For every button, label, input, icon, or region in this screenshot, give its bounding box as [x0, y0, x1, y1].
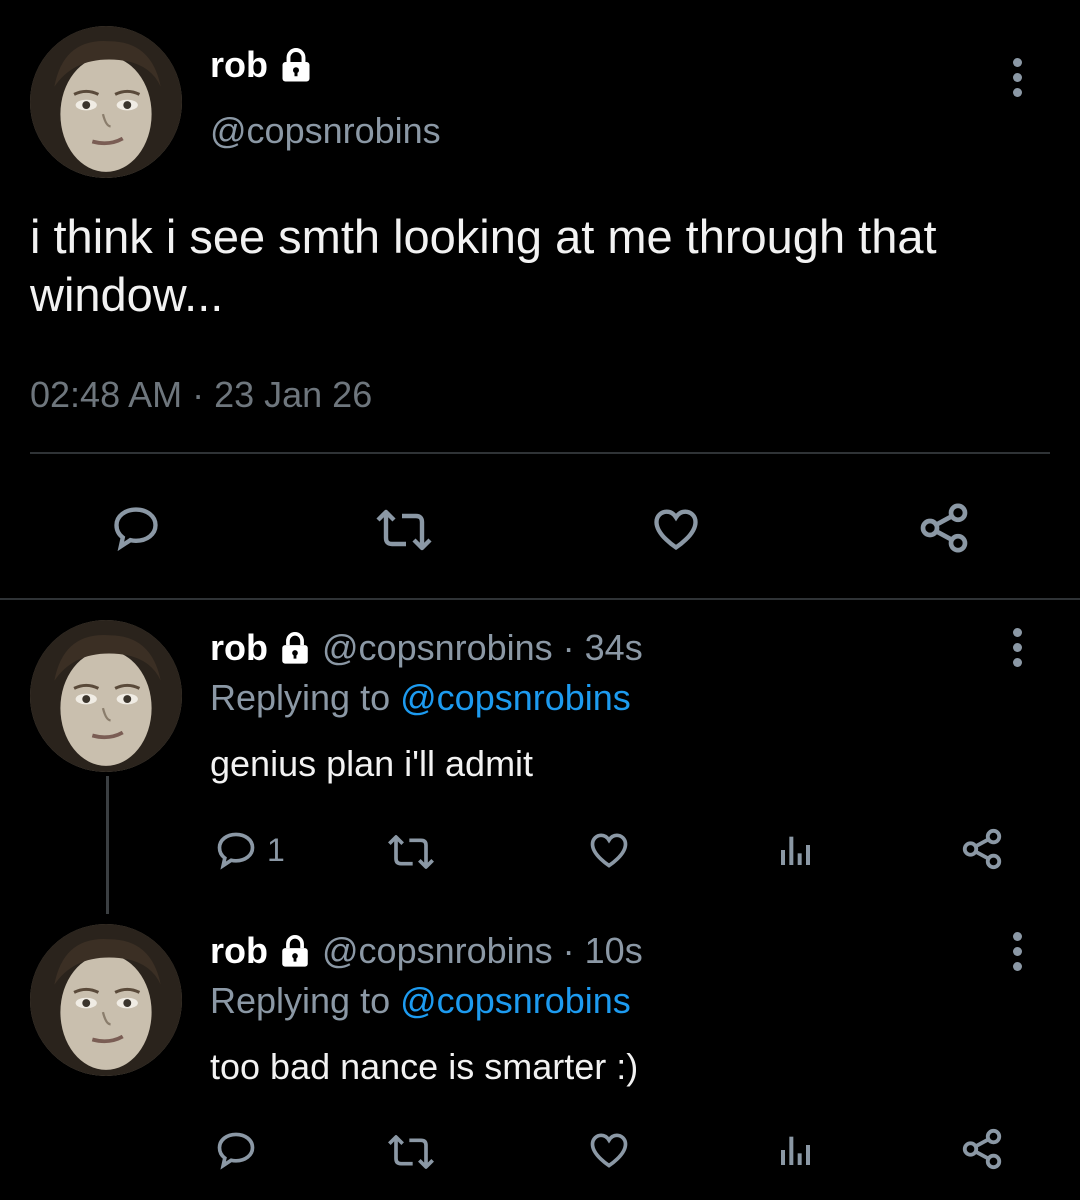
reply-icon [114, 507, 158, 552]
retweet-button[interactable] [383, 1132, 439, 1172]
retweet-icon [376, 509, 432, 551]
reply-icon [217, 832, 255, 870]
retweet-icon [388, 835, 434, 869]
replying-to-handle-link[interactable]: @copsnrobins [400, 980, 631, 1021]
analytics-button[interactable] [776, 830, 816, 870]
replying-to-handle-link[interactable]: @copsnrobins [400, 677, 631, 718]
reply-text: too bad nance is smarter :) [210, 1046, 639, 1087]
reply-header: rob @copsnrobins · 34s [210, 627, 643, 669]
like-button[interactable] [586, 1128, 632, 1172]
reply-display-name[interactable]: rob [210, 930, 268, 972]
reply-avatar[interactable] [30, 620, 182, 772]
tweet-timestamp[interactable]: 02:48 AM · 23 Jan 26 [30, 374, 372, 416]
heart-icon [654, 509, 698, 550]
retweet-button[interactable] [383, 832, 439, 872]
reply-button[interactable] [108, 502, 164, 554]
avatar-portrait-image [30, 924, 182, 1076]
analytics-icon [781, 1136, 810, 1165]
heart-icon [590, 1133, 628, 1168]
share-icon [962, 828, 1002, 870]
retweet-button[interactable] [370, 506, 438, 554]
share-button[interactable] [958, 1126, 1006, 1172]
divider [30, 452, 1050, 454]
replying-to: Replying to @copsnrobins [210, 980, 631, 1022]
reply-button[interactable]: 1 [213, 828, 285, 872]
heart-icon [590, 833, 628, 868]
lock-icon [282, 935, 308, 967]
reply-handle-time[interactable]: @copsnrobins · 34s [322, 627, 643, 669]
display-name-text: rob [210, 44, 268, 85]
share-icon [962, 1128, 1002, 1170]
replying-to: Replying to @copsnrobins [210, 677, 631, 719]
avatar-portrait-image [30, 26, 182, 178]
reply-handle-time[interactable]: @copsnrobins · 10s [322, 930, 643, 972]
avatar-portrait-image [30, 620, 182, 772]
retweet-icon [388, 1135, 434, 1169]
section-divider [0, 598, 1080, 600]
tweet-text: i think i see smth looking at me through… [30, 210, 937, 321]
more-options-icon[interactable] [1011, 628, 1023, 673]
reply-avatar[interactable] [30, 924, 182, 1076]
reply-count: 1 [267, 831, 285, 868]
avatar[interactable] [30, 26, 182, 178]
more-options-icon[interactable] [1011, 58, 1023, 103]
like-button[interactable] [586, 828, 632, 872]
lock-icon [282, 48, 310, 82]
handle[interactable]: @copsnrobins [210, 110, 441, 152]
reply-text: genius plan i'll admit [210, 743, 534, 784]
reply-button[interactable] [213, 1128, 267, 1172]
replying-to-prefix: Replying to [210, 980, 391, 1021]
reply-header: rob @copsnrobins · 10s [210, 930, 643, 972]
like-button[interactable] [648, 503, 704, 555]
analytics-button[interactable] [776, 1130, 816, 1170]
thread-connector-line [106, 776, 109, 914]
replying-to-prefix: Replying to [210, 677, 391, 718]
share-button[interactable] [958, 826, 1006, 872]
share-icon [920, 503, 968, 553]
reply-icon [217, 1132, 255, 1170]
reply-display-name[interactable]: rob [210, 627, 268, 669]
share-button[interactable] [914, 500, 974, 556]
lock-icon [282, 632, 308, 664]
analytics-icon [781, 836, 810, 865]
display-name[interactable]: rob [210, 44, 314, 86]
more-options-icon[interactable] [1011, 932, 1023, 977]
